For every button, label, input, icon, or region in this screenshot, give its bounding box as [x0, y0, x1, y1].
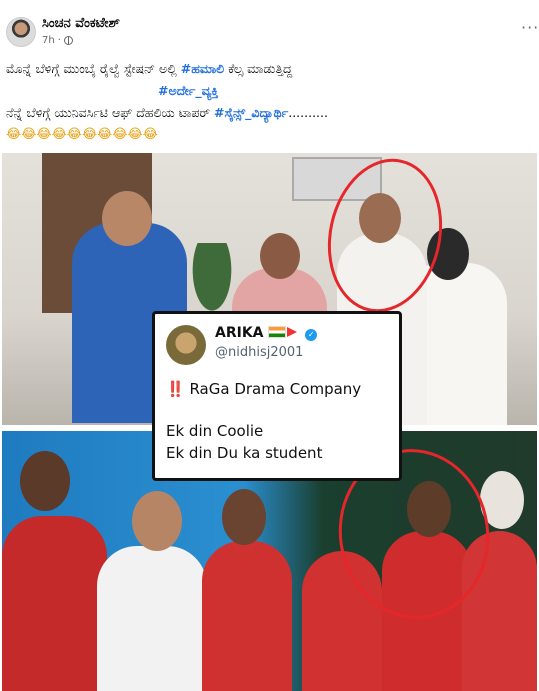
tweet-headline: ‼️ RaGa Drama Company [166, 380, 361, 398]
porter-red-1 [2, 516, 107, 691]
tweet-name: ARIKA ✓ [215, 325, 318, 341]
post-line-1-rest: ಕೆಲ್ಸ ಮಾಡುತ್ತಿದ್ದ [224, 61, 293, 76]
tweet-name-text: ARIKA [215, 325, 264, 341]
pennant-icon [287, 327, 298, 337]
person-blue-shirt-head [102, 191, 152, 246]
porter-red-1-head [20, 451, 70, 511]
more-options-icon[interactable]: ··· [521, 18, 539, 37]
laughing-emojis: 😂😂😂😂😂😂😂😂😂😂 [6, 127, 158, 142]
meta-separator: · [57, 35, 61, 46]
author-avatar[interactable] [6, 17, 36, 47]
post-image[interactable]: ARIKA ✓ @nidhisj2001 ‼️ RaGa Drama Compa… [2, 153, 537, 691]
tweet-headline-text: RaGa Drama Company [184, 380, 362, 398]
post-line-3: ನೆನ್ನೆ ಬೆಳಿಗ್ಗೆ ಯುನಿವರ್ಸಿಟಿ ಆಫ್ ದೆಹಲಿಯ ಟ… [6, 102, 531, 124]
author-name[interactable]: ಸಿಂಚನ ವೆಂಕಟೇಶ್ [42, 16, 120, 31]
post-line-3-text: ನೆನ್ನೆ ಬೆಳಿಗ್ಗೆ ಯುನಿವರ್ಸಿಟಿ ಆಫ್ ದೆಹಲಿಯ ಟ… [6, 105, 215, 120]
tweet-line-2: Ek din Coolie [166, 422, 264, 440]
porter-red-2 [202, 541, 292, 691]
post-line-2: #ಅರ್ದೇ_ವ್ಯಕ್ತಿ [6, 80, 531, 102]
post-line-1-text: ಮೊನ್ನೆ ಬೆಳಿಗ್ಗೆ ಮುಂಬೈ ರೈಲ್ವೆ ಸ್ಟೇಷನ್ ಅಲ್… [6, 61, 181, 76]
hashtag-arde-vyakti[interactable]: #ಅರ್ದೇ_ವ್ಯಕ್ತಿ [158, 83, 218, 98]
post-meta: 7h · [42, 35, 73, 46]
post-text: ಮೊನ್ನೆ ಬೆಳಿಗ್ಗೆ ಮುಂಬೈ ರೈಲ್ವೆ ಸ್ಟೇಷನ್ ಅಲ್… [6, 58, 531, 146]
post-header: ಸಿಂಚನ ವೆಂಕಟೇಶ್ 7h · ··· [0, 0, 539, 56]
india-flag-icon [268, 326, 287, 338]
tweet-overlay: ARIKA ✓ @nidhisj2001 ‼️ RaGa Drama Compa… [152, 311, 402, 481]
person-pink-dress-head [260, 233, 300, 279]
double-exclamation-icon: ‼️ [166, 380, 185, 398]
tweet-avatar [166, 325, 206, 365]
porter-red-2-head [222, 489, 266, 545]
tweet-handle: @nidhisj2001 [215, 345, 304, 360]
person-white-tshirt [97, 546, 207, 691]
post-time[interactable]: 7h [42, 35, 55, 46]
person-white-tshirt-head [132, 491, 182, 551]
tweet-line-3: Ek din Du ka student [166, 444, 323, 462]
verified-badge-icon: ✓ [305, 329, 318, 341]
globe-icon [63, 36, 73, 45]
post-line-3-rest: .......... [288, 105, 328, 120]
hashtag-science-student[interactable]: #ಸೈನ್ಸ್_ವಿದ್ಯಾರ್ಥಿ [214, 105, 288, 120]
post-line-1: ಮೊನ್ನೆ ಬೆಳಿಗ್ಗೆ ಮುಂಬೈ ರೈಲ್ವೆ ಸ್ಟೇಷನ್ ಅಲ್… [6, 58, 531, 80]
hashtag-hamali[interactable]: #ಹಮಾಲಿ [181, 61, 224, 76]
